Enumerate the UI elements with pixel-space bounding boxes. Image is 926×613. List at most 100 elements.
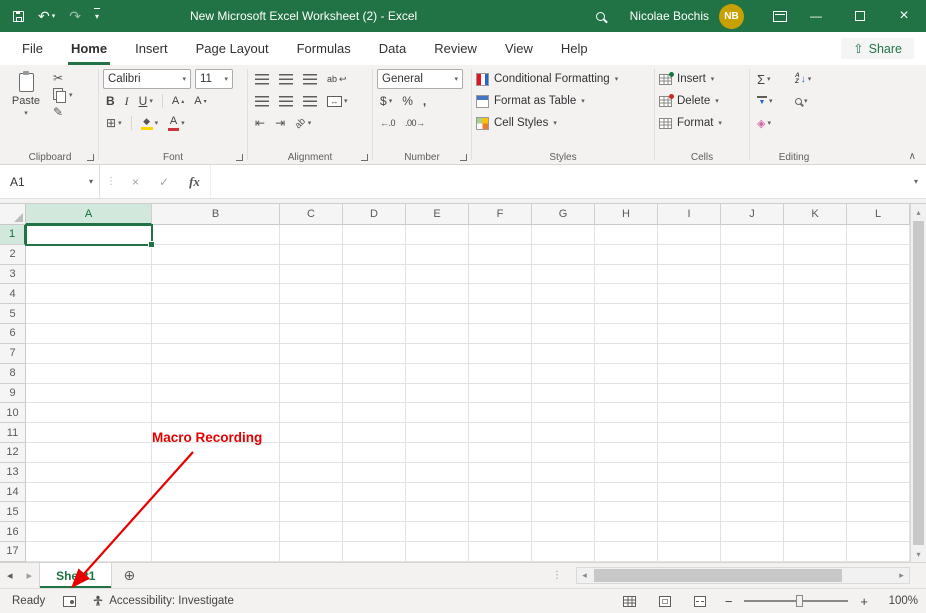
cell-G4[interactable] <box>532 284 595 304</box>
cell-F10[interactable] <box>469 403 532 423</box>
font-size-combo[interactable]: 11▾ <box>195 69 233 89</box>
cell-K2[interactable] <box>784 245 847 265</box>
scroll-left-icon[interactable]: ◂ <box>577 568 592 583</box>
cell-I4[interactable] <box>658 284 721 304</box>
cell-C4[interactable] <box>280 284 343 304</box>
cell-L6[interactable] <box>847 324 910 344</box>
save-button[interactable] <box>6 0 31 32</box>
cell-I5[interactable] <box>658 304 721 324</box>
row-header-16[interactable]: 16 <box>0 522 26 542</box>
cell-E16[interactable] <box>406 522 469 542</box>
undo-button[interactable]: ↶▾ <box>31 0 62 32</box>
cell-C2[interactable] <box>280 245 343 265</box>
cell-I10[interactable] <box>658 403 721 423</box>
cell-G17[interactable] <box>532 542 595 562</box>
cell-A9[interactable] <box>26 384 152 404</box>
row-header-7[interactable]: 7 <box>0 344 26 364</box>
minimize-button[interactable]: — <box>794 0 838 32</box>
cell-J5[interactable] <box>721 304 784 324</box>
cell-I9[interactable] <box>658 384 721 404</box>
cell-I16[interactable] <box>658 522 721 542</box>
row-header-8[interactable]: 8 <box>0 364 26 384</box>
cell-G14[interactable] <box>532 483 595 503</box>
number-format-combo[interactable]: General▾ <box>377 69 463 89</box>
tab-splitter-handle[interactable]: ⋮ <box>552 563 562 588</box>
cell-F5[interactable] <box>469 304 532 324</box>
cell-D6[interactable] <box>343 324 406 344</box>
cell-D16[interactable] <box>343 522 406 542</box>
cell-B9[interactable] <box>152 384 280 404</box>
name-box-dropdown-icon[interactable]: ▾ <box>89 178 93 186</box>
find-select-button[interactable]: ▾ <box>792 97 838 106</box>
cell-B10[interactable] <box>152 403 280 423</box>
cell-F13[interactable] <box>469 463 532 483</box>
zoom-slider[interactable] <box>744 600 848 602</box>
cut-button[interactable]: ✂ <box>50 71 76 85</box>
cell-B17[interactable] <box>152 542 280 562</box>
column-header-C[interactable]: C <box>280 204 343 225</box>
tab-help[interactable]: Help <box>547 32 602 65</box>
cell-L17[interactable] <box>847 542 910 562</box>
cell-C12[interactable] <box>280 443 343 463</box>
cell-E9[interactable] <box>406 384 469 404</box>
bold-button[interactable]: B <box>103 93 118 109</box>
cell-L10[interactable] <box>847 403 910 423</box>
cell-E2[interactable] <box>406 245 469 265</box>
center-button[interactable] <box>276 95 296 108</box>
cell-I8[interactable] <box>658 364 721 384</box>
cell-L13[interactable] <box>847 463 910 483</box>
cell-F2[interactable] <box>469 245 532 265</box>
cell-C1[interactable] <box>280 225 343 245</box>
tab-page-layout[interactable]: Page Layout <box>182 32 283 65</box>
cell-I3[interactable] <box>658 265 721 285</box>
cell-A16[interactable] <box>26 522 152 542</box>
cell-K11[interactable] <box>784 423 847 443</box>
column-header-I[interactable]: I <box>658 204 721 225</box>
cell-E8[interactable] <box>406 364 469 384</box>
format-cells-button[interactable]: Format ▾ <box>659 112 746 134</box>
cell-G7[interactable] <box>532 344 595 364</box>
cell-K12[interactable] <box>784 443 847 463</box>
cell-J3[interactable] <box>721 265 784 285</box>
cell-K9[interactable] <box>784 384 847 404</box>
cell-A4[interactable] <box>26 284 152 304</box>
cell-K1[interactable] <box>784 225 847 245</box>
row-header-14[interactable]: 14 <box>0 483 26 503</box>
cell-H12[interactable] <box>595 443 658 463</box>
new-sheet-button[interactable]: ⊕ <box>112 563 146 588</box>
cell-K6[interactable] <box>784 324 847 344</box>
cell-J11[interactable] <box>721 423 784 443</box>
collapse-ribbon-button[interactable]: ∧ <box>909 151 916 162</box>
cell-C14[interactable] <box>280 483 343 503</box>
scroll-up-icon[interactable]: ▴ <box>911 204 926 220</box>
cell-A8[interactable] <box>26 364 152 384</box>
cell-J2[interactable] <box>721 245 784 265</box>
cell-B14[interactable] <box>152 483 280 503</box>
cell-C6[interactable] <box>280 324 343 344</box>
merge-center-button[interactable]: ↔▾ <box>324 95 351 108</box>
cell-E14[interactable] <box>406 483 469 503</box>
column-header-E[interactable]: E <box>406 204 469 225</box>
cell-J1[interactable] <box>721 225 784 245</box>
cell-H10[interactable] <box>595 403 658 423</box>
cell-E1[interactable] <box>406 225 469 245</box>
cell-H3[interactable] <box>595 265 658 285</box>
cell-J10[interactable] <box>721 403 784 423</box>
cell-C3[interactable] <box>280 265 343 285</box>
cell-C16[interactable] <box>280 522 343 542</box>
cell-H16[interactable] <box>595 522 658 542</box>
cell-A5[interactable] <box>26 304 152 324</box>
cell-H14[interactable] <box>595 483 658 503</box>
cell-K5[interactable] <box>784 304 847 324</box>
cell-A12[interactable] <box>26 443 152 463</box>
bottom-align-button[interactable] <box>300 73 320 86</box>
cell-K13[interactable] <box>784 463 847 483</box>
vertical-scrollbar[interactable]: ▴ ▾ <box>910 204 926 562</box>
cell-D12[interactable] <box>343 443 406 463</box>
horizontal-scrollbar-thumb[interactable] <box>594 569 842 582</box>
cell-L9[interactable] <box>847 384 910 404</box>
font-name-combo[interactable]: Calibri▾ <box>103 69 191 89</box>
cell-H17[interactable] <box>595 542 658 562</box>
cell-C7[interactable] <box>280 344 343 364</box>
cell-K14[interactable] <box>784 483 847 503</box>
